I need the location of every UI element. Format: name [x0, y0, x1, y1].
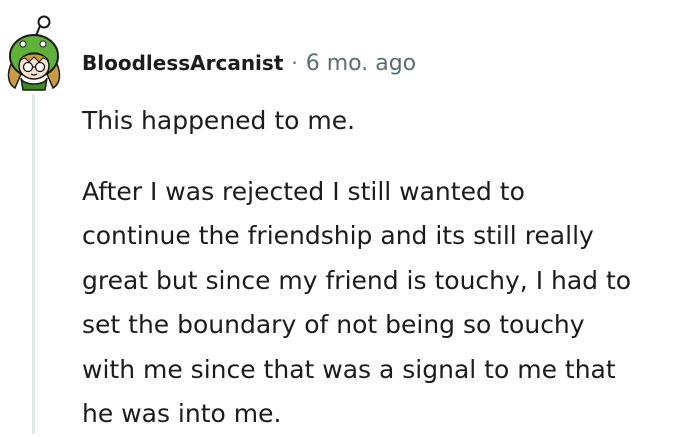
comment: BloodlessArcanist · 6 mo. ago This happe…: [0, 0, 700, 434]
comment-line: After I was rejected I still wanted to: [82, 176, 525, 206]
comment-meta: BloodlessArcanist · 6 mo. ago: [82, 46, 416, 80]
comment-line: with me since that was a signal to me th…: [82, 354, 616, 384]
comment-paragraph: This happened to me.: [82, 99, 694, 144]
thread-line[interactable]: [32, 94, 35, 434]
comment-line: This happened to me.: [82, 106, 356, 135]
comment-body: This happened to me. After I was rejecte…: [82, 99, 694, 437]
comment-line: great but since my friend is touchy, I h…: [82, 265, 632, 295]
comment-line: he was into me.: [82, 399, 282, 428]
meta-separator: ·: [291, 51, 298, 75]
comment-line: set the boundary of not being so touchy: [82, 310, 585, 339]
comment-timestamp[interactable]: 6 mo. ago: [306, 51, 416, 76]
user-avatar[interactable]: [3, 14, 65, 92]
comment-paragraph: After I was rejected I still wanted to c…: [82, 170, 694, 437]
author-username[interactable]: BloodlessArcanist: [82, 51, 283, 75]
comment-line: continue the friendship and its still re…: [82, 221, 594, 250]
snoo-avatar-icon: [7, 15, 61, 91]
